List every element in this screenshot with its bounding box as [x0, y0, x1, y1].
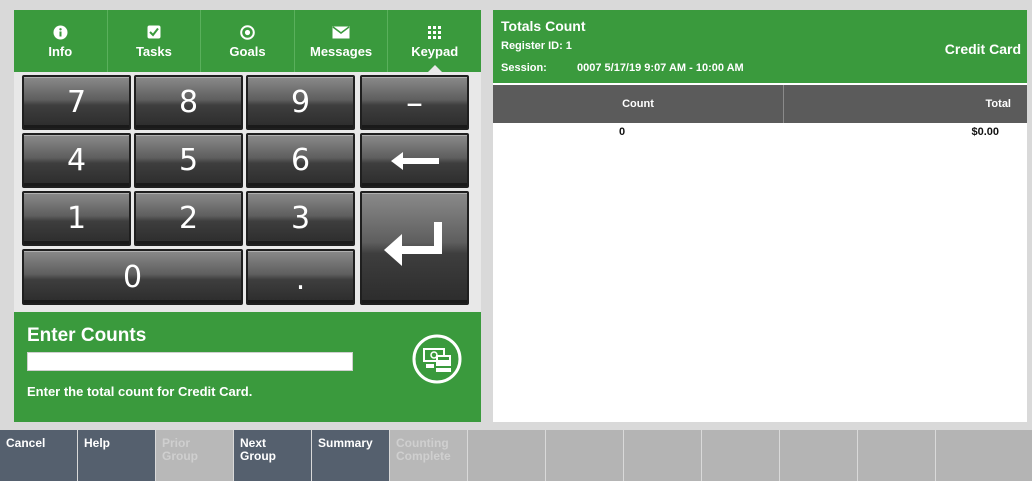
key-minus[interactable]: – — [360, 75, 469, 130]
totals-title: Totals Count — [501, 18, 586, 34]
enter-counts-panel: Enter Counts Enter the total count for C… — [14, 312, 481, 422]
summary-button[interactable]: Summary — [312, 430, 389, 481]
enter-counts-title: Enter Counts — [27, 325, 147, 346]
empty-function-button — [858, 430, 935, 481]
cell-total: $0.00 — [971, 126, 999, 138]
key-9[interactable]: 9 — [246, 75, 355, 130]
checkbox-icon — [147, 24, 161, 40]
empty-function-button — [780, 430, 857, 481]
tab-info[interactable]: Info — [14, 10, 108, 72]
empty-function-button — [468, 430, 545, 481]
tab-label: Info — [48, 44, 73, 59]
tab-keypad[interactable]: Keypad — [388, 10, 481, 73]
tab-messages[interactable]: Messages — [295, 10, 389, 72]
totals-header: Totals Count Register ID: 1 Session: 000… — [493, 10, 1027, 83]
cancel-button[interactable]: Cancel — [0, 430, 77, 481]
cell-count: 0 — [618, 126, 626, 138]
tab-tasks[interactable]: Tasks — [108, 10, 202, 72]
tender-type: Credit Card — [944, 41, 1021, 57]
column-header-count[interactable]: Count — [493, 85, 784, 123]
key-5[interactable]: 5 — [134, 133, 243, 188]
target-icon — [240, 24, 255, 40]
backspace-arrow-icon — [390, 143, 439, 178]
help-button[interactable]: Help — [78, 430, 155, 481]
key-6[interactable]: 6 — [246, 133, 355, 188]
key-1[interactable]: 1 — [22, 191, 131, 246]
tab-label: Keypad — [411, 44, 459, 59]
info-icon — [53, 24, 68, 40]
empty-function-button — [546, 430, 623, 481]
cash-register-button[interactable] — [412, 334, 462, 384]
tab-goals[interactable]: Goals — [201, 10, 295, 72]
counting-complete-button[interactable]: Counting Complete — [390, 430, 467, 481]
table-header: Count Total — [493, 85, 1027, 123]
envelope-icon — [332, 24, 350, 40]
key-8[interactable]: 8 — [134, 75, 243, 130]
key-2[interactable]: 2 — [134, 191, 243, 246]
empty-function-button — [702, 430, 779, 481]
key-backspace[interactable] — [360, 133, 469, 188]
key-0[interactable]: 0 — [22, 249, 243, 305]
cash-register-icon — [412, 334, 462, 388]
tab-label: Goals — [229, 44, 266, 59]
enter-arrow-icon — [383, 222, 446, 274]
totals-panel: Totals Count Register ID: 1 Session: 000… — [493, 10, 1027, 422]
count-input[interactable] — [27, 352, 353, 371]
empty-function-button — [624, 430, 701, 481]
session-value: 0007 5/17/19 9:07 AM - 10:00 AM — [577, 62, 744, 74]
tab-label: Tasks — [135, 44, 172, 59]
keypad: 7 8 9 – 4 5 6 1 2 3 0 . — [22, 75, 478, 307]
key-3[interactable]: 3 — [246, 191, 355, 246]
key-7[interactable]: 7 — [22, 75, 131, 130]
session-label: Session: — [501, 62, 547, 74]
key-decimal[interactable]: . — [246, 249, 355, 305]
register-id: Register ID: 1 — [501, 40, 572, 52]
prior-group-button[interactable]: Prior Group — [156, 430, 233, 481]
tab-label: Messages — [310, 44, 373, 59]
key-enter[interactable] — [360, 191, 469, 305]
empty-function-button — [936, 430, 1032, 481]
key-4[interactable]: 4 — [22, 133, 131, 188]
next-group-button[interactable]: Next Group — [234, 430, 311, 481]
column-header-total[interactable]: Total — [784, 85, 1027, 123]
left-panel: Info Tasks Goals Messages Keypad 7 8 9 –… — [14, 10, 481, 422]
enter-counts-prompt: Enter the total count for Credit Card. — [27, 384, 253, 399]
table-row[interactable]: 0 $0.00 — [493, 126, 1027, 144]
keypad-icon — [428, 24, 442, 40]
tab-bar: Info Tasks Goals Messages Keypad — [14, 10, 481, 73]
function-bar: Cancel Help Prior Group Next Group Summa… — [0, 430, 1032, 481]
